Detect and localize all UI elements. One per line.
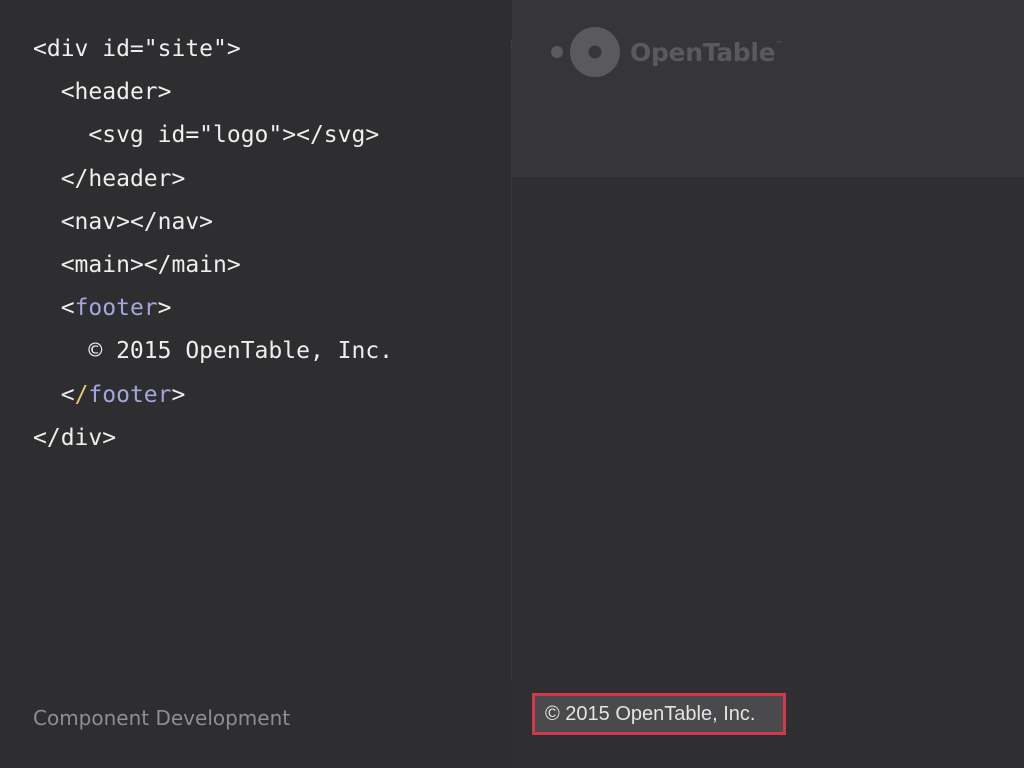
- footer-highlight-box: © 2015 OpenTable, Inc.: [532, 693, 786, 735]
- code-line: </div>: [33, 424, 117, 451]
- code-line: <div id="site">: [33, 36, 241, 62]
- code-line: <main></main>: [60, 251, 241, 278]
- code-line: <svg id="logo"></svg>: [88, 122, 380, 149]
- preview-footer: © 2015 OpenTable, Inc.: [512, 680, 1024, 768]
- code-pane: <div id="site"> <header> <svg id="logo">…: [0, 0, 511, 768]
- opentable-logo: OpenTable ™: [550, 26, 782, 78]
- preview-header: OpenTable ™: [512, 0, 1024, 177]
- code-line: <header>: [60, 79, 172, 106]
- code-line-footer-close: </footer>: [60, 381, 186, 408]
- slide-label: Component Development: [33, 706, 291, 730]
- code-line: <nav></nav>: [60, 208, 214, 235]
- preview-pane: OpenTable ™ © 2015 OpenTable, Inc.: [512, 0, 1024, 768]
- trademark-mark: ™: [775, 40, 783, 48]
- footer-tag-highlight: footer: [88, 381, 172, 408]
- code-line: © 2015 OpenTable, Inc.: [88, 338, 394, 365]
- opentable-logo-icon: [551, 27, 620, 77]
- copyright-text: © 2015 OpenTable, Inc.: [545, 702, 756, 725]
- footer-tag-highlight: footer: [74, 295, 158, 322]
- slide: <div id="site"> <header> <svg id="logo">…: [0, 0, 1024, 768]
- code-block: <div id="site"> <header> <svg id="logo">…: [33, 28, 393, 460]
- code-line-footer-open: <footer>: [60, 295, 172, 322]
- code-line: </header>: [60, 165, 186, 192]
- closing-slash-highlight: /: [74, 381, 89, 408]
- logo-wordmark: OpenTable: [630, 37, 776, 67]
